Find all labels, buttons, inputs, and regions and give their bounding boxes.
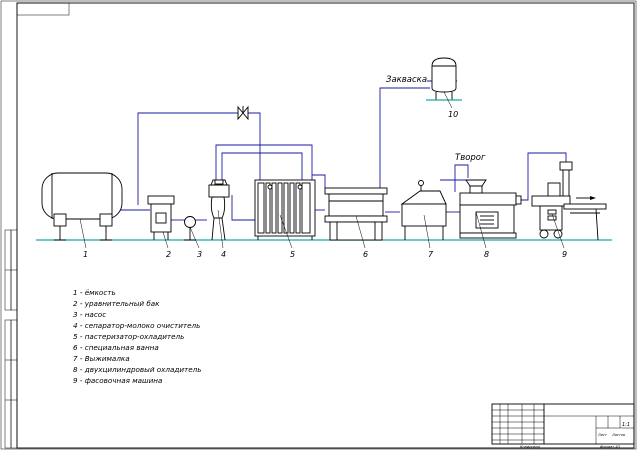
equipment-8-cooler (459, 179, 522, 239)
number-9: 9 (562, 250, 567, 259)
legend-item: 2 - уравнительный бак (73, 299, 160, 308)
equipment-7-press (400, 180, 447, 240)
equipment-6-vat (324, 187, 388, 241)
number-6: 6 (363, 250, 368, 259)
equipment-9-packaging (531, 161, 607, 241)
number-7: 7 (428, 250, 434, 259)
number-3: 3 (197, 250, 202, 259)
equipment-5-pasteurizer (254, 179, 316, 240)
number-5: 5 (290, 250, 295, 259)
legend-item: 8 - двухцилиндровый охладитель (73, 365, 202, 374)
equipment-2-equalizing-tank (147, 195, 175, 240)
legend: 1 - ёмкость 2 - уравнительный бак 3 - на… (73, 288, 202, 385)
equipment-10-starter-tank (426, 57, 462, 101)
legend-item: 1 - ёмкость (73, 288, 116, 297)
number-10: 10 (448, 110, 458, 119)
legend-item: 6 - специальная ванна (73, 343, 159, 352)
footer-copied: Копировал (520, 445, 541, 449)
equipment-1-tank (41, 172, 123, 241)
label-starter: Закваска (386, 75, 427, 85)
left-margin-strips (4, 229, 18, 449)
equipment-4-separator (208, 179, 230, 241)
legend-item: 4 - сепаратор-молоко очиститель (73, 321, 200, 330)
legend-item: 7 - Выжималка (73, 354, 130, 363)
corner-stamp (16, 2, 70, 16)
legend-item: 5 - пастеризатор-охладитель (73, 332, 184, 341)
title-block-sheets: Листов (611, 433, 625, 437)
number-1: 1 (83, 250, 88, 259)
valve-icon (237, 105, 249, 121)
title-block-scale: 1:1 (622, 422, 630, 428)
footer-format: Формат А3 (600, 445, 620, 449)
label-cottage-cheese: Творог (455, 153, 486, 163)
number-2: 2 (166, 250, 171, 259)
legend-item: 9 - фасовочная машина (73, 376, 162, 385)
legend-item: 3 - насос (73, 310, 106, 319)
title-block: 1:1 Лист Листов (491, 403, 635, 445)
number-8: 8 (484, 250, 489, 259)
number-4: 4 (221, 250, 226, 259)
title-block-sheet: Лист (597, 433, 608, 437)
process-flow-diagram: Закваска Творог 1 2 3 4 5 6 7 8 9 10 1 -… (0, 0, 637, 450)
